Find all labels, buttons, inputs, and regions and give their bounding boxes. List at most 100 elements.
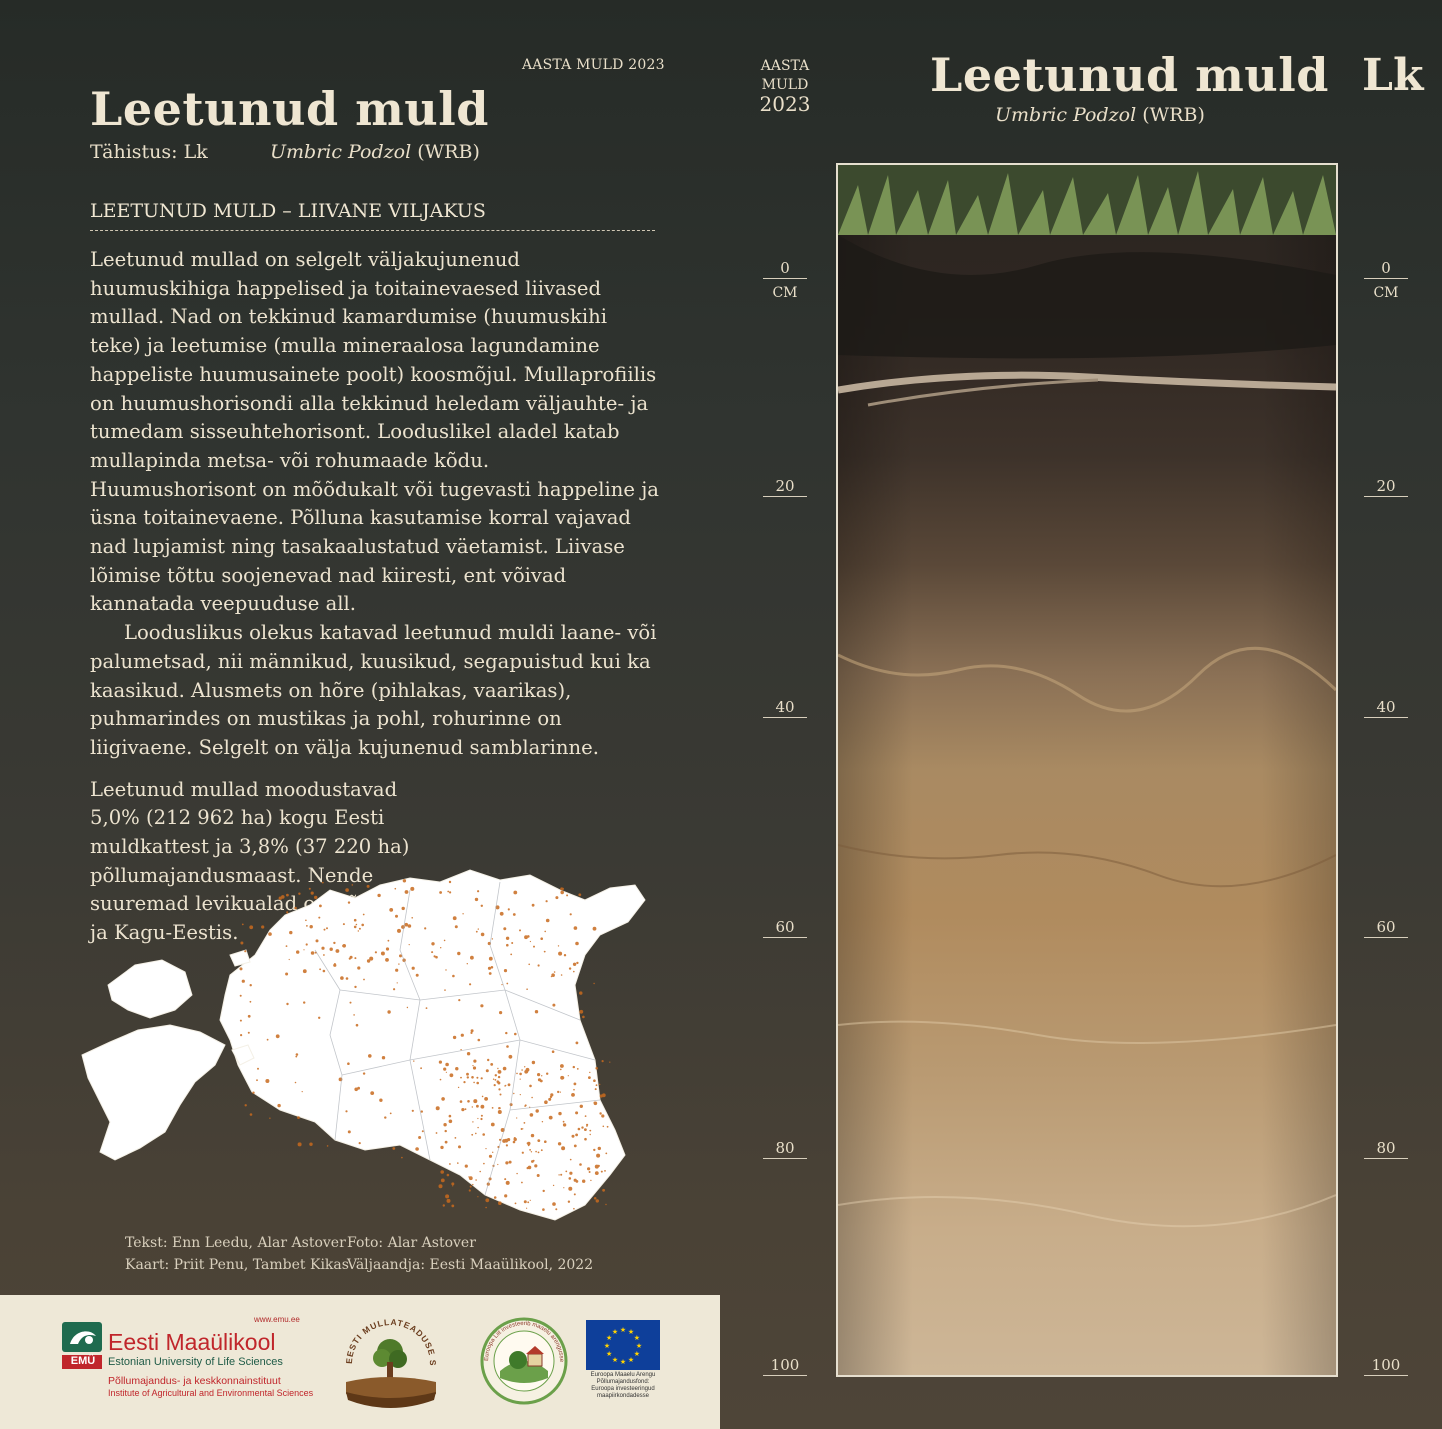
map-dot — [575, 1111, 579, 1115]
map-dot — [451, 1182, 455, 1186]
map-dot — [521, 1069, 523, 1071]
map-dot — [296, 950, 300, 954]
map-dot — [528, 963, 530, 966]
map-dot — [249, 1113, 253, 1116]
map-dot — [543, 950, 546, 953]
map-dot — [596, 1153, 601, 1158]
map-dot — [562, 1123, 567, 1127]
map-dot — [461, 1108, 465, 1112]
map-dot — [408, 944, 410, 946]
map-dot — [529, 1199, 531, 1201]
map-dot — [531, 1096, 533, 1099]
map-dot — [468, 1189, 471, 1192]
map-dot — [460, 1049, 462, 1051]
map-dot — [314, 895, 318, 900]
map-dot — [438, 1060, 442, 1064]
map-dot — [506, 982, 509, 985]
map-dot — [241, 979, 245, 983]
map-dot — [558, 951, 563, 956]
map-dot — [477, 1038, 481, 1042]
map-dot — [347, 1130, 351, 1134]
map-dot — [533, 945, 535, 948]
map-dot — [497, 1110, 502, 1114]
map-dot — [527, 1201, 530, 1204]
map-dot — [438, 1184, 443, 1189]
map-dot — [443, 1123, 447, 1127]
map-dot — [319, 968, 321, 971]
scale-left-tick-0: 0 — [763, 259, 807, 279]
map-dot — [401, 906, 405, 911]
map-dot — [362, 1072, 366, 1075]
map-dot — [467, 1100, 470, 1103]
map-dot — [249, 1000, 252, 1003]
map-dot — [558, 1111, 562, 1116]
map-dot — [463, 1081, 466, 1084]
map-dot — [560, 1064, 564, 1068]
scale-right-tick-0: 0 — [1364, 259, 1408, 279]
map-dot — [464, 1108, 467, 1111]
map-dot — [353, 918, 357, 922]
map-dot — [530, 1151, 533, 1153]
map-dot — [462, 913, 464, 915]
scale-left-tick-100: 100 — [763, 1356, 807, 1376]
map-dot — [240, 941, 244, 945]
estonia-distribution-map — [80, 860, 650, 1230]
map-dot — [572, 962, 577, 966]
map-dot — [492, 1151, 494, 1153]
map-dot — [449, 1073, 454, 1078]
page-title: Leetunud muld — [90, 82, 489, 136]
map-dot — [319, 904, 322, 908]
map-dot — [497, 1163, 499, 1166]
map-dot — [549, 1095, 553, 1099]
map-dot — [410, 886, 415, 891]
map-dot — [395, 968, 399, 972]
map-dot — [581, 1126, 584, 1129]
map-dot — [468, 1176, 470, 1178]
map-dot — [503, 969, 508, 973]
map-dot — [452, 1035, 457, 1040]
map-dot — [599, 1112, 602, 1115]
map-dot — [310, 891, 314, 895]
map-dot — [469, 1185, 472, 1188]
institute-estonian: Põllumajandus- ja keskkonnainstituut — [108, 1375, 281, 1387]
map-dot — [505, 1144, 508, 1147]
map-dot — [286, 893, 289, 897]
map-dot — [477, 1126, 479, 1129]
map-dot — [435, 955, 438, 959]
map-dot — [560, 1173, 563, 1176]
map-dot — [384, 1116, 387, 1119]
map-dot — [256, 1079, 258, 1082]
eu-text-line-1: Euroopa Maaelu Arengu — [590, 1372, 656, 1378]
map-dot — [601, 1060, 604, 1063]
map-dot — [473, 1099, 478, 1104]
map-dot — [471, 1076, 474, 1079]
map-dot — [488, 956, 493, 961]
map-dot — [507, 1083, 511, 1087]
map-dot — [549, 1098, 552, 1100]
map-dot — [401, 1156, 403, 1159]
map-dot — [289, 930, 293, 935]
map-dot — [353, 1014, 355, 1016]
map-dot — [305, 919, 307, 922]
map-dot — [559, 1091, 561, 1093]
map-dot — [534, 1010, 539, 1014]
map-dot — [568, 1186, 573, 1191]
map-dot — [545, 900, 548, 903]
map-dot — [519, 1094, 521, 1096]
scale-header: AASTA MULD 2023 — [756, 57, 814, 114]
map-dot — [385, 947, 390, 951]
map-dot — [393, 988, 396, 991]
map-dot — [589, 1129, 592, 1132]
map-dot — [560, 974, 563, 976]
map-dot — [493, 1196, 497, 1199]
profile-latin-name: Umbric Podzol — [995, 104, 1137, 126]
credit-map: Kaart: Priit Penu, Tambet Kikas — [125, 1257, 349, 1273]
map-dot — [439, 891, 442, 894]
map-dot — [305, 943, 308, 946]
map-dot — [541, 1121, 544, 1123]
map-dot — [398, 963, 400, 965]
eu-text-line-4: maapiirkondadesse — [596, 1393, 650, 1399]
map-dot — [550, 976, 552, 978]
map-dot — [420, 1110, 423, 1113]
map-dot — [476, 1076, 479, 1079]
